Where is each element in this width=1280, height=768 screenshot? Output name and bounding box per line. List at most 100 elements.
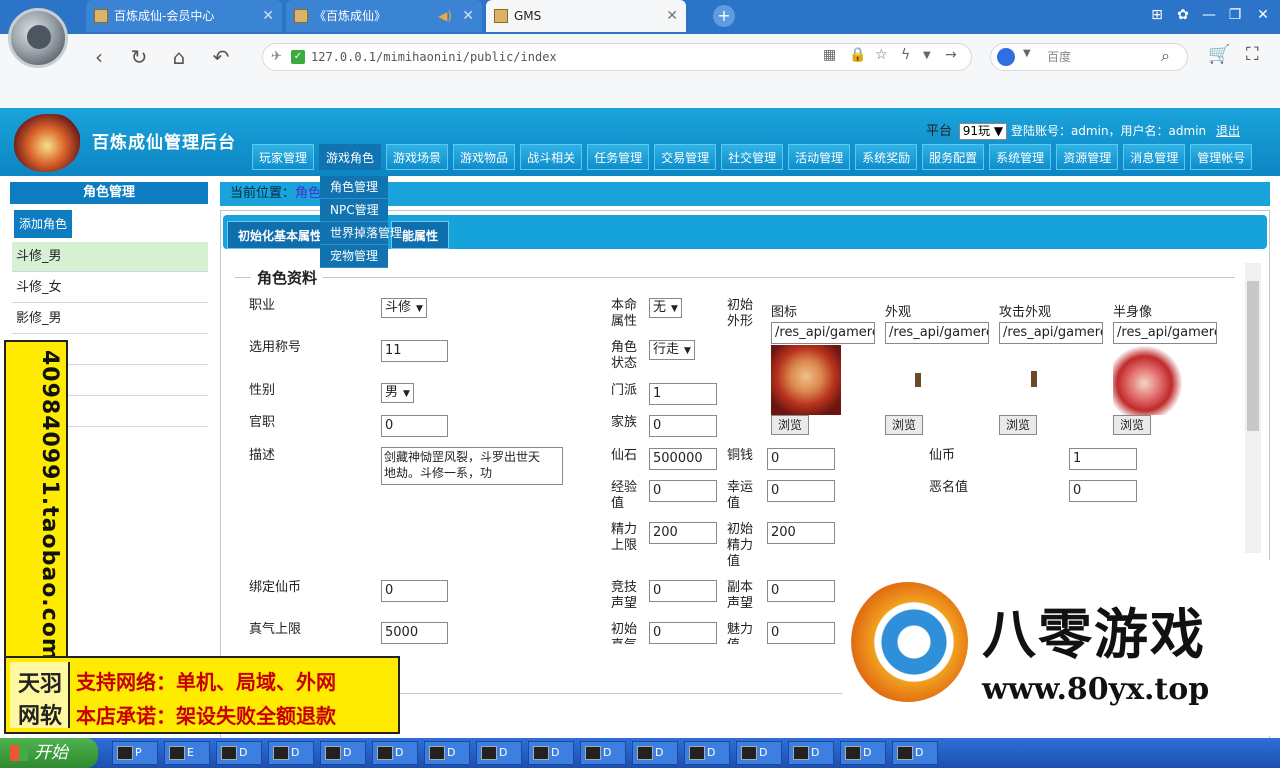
chevron-down-icon[interactable]: ▼ <box>1023 48 1031 59</box>
browse-button[interactable]: 浏览 <box>885 415 924 435</box>
taskbar-button[interactable]: D <box>268 741 314 765</box>
energy-max-input[interactable]: 200 <box>649 522 717 544</box>
taskbar-button[interactable]: D <box>476 741 522 765</box>
cart-icon[interactable]: 🛒 <box>1208 44 1230 65</box>
scrollbar[interactable] <box>1245 263 1261 553</box>
back-icon[interactable]: ‹ <box>86 44 112 70</box>
dropdown-item[interactable]: NPC管理 <box>320 199 388 222</box>
audio-icon[interactable]: ◀) <box>438 0 452 32</box>
taskbar-button[interactable]: D <box>892 741 938 765</box>
search-icon[interactable]: ⌕ <box>1161 46 1170 66</box>
taskbar-button[interactable]: P <box>112 741 158 765</box>
taskbar-button[interactable]: D <box>840 741 886 765</box>
star-icon[interactable]: ☆ <box>875 47 888 63</box>
nav-item[interactable]: 游戏角色 <box>319 144 382 170</box>
taskbar-button[interactable]: D <box>320 741 366 765</box>
nav-item[interactable]: 游戏物品 <box>453 144 516 170</box>
taskbar-button[interactable]: D <box>684 741 730 765</box>
taskbar-button[interactable]: D <box>372 741 418 765</box>
official-input[interactable]: 0 <box>381 415 448 437</box>
taskbar-button[interactable]: D <box>424 741 470 765</box>
browse-button[interactable]: 浏览 <box>999 415 1038 435</box>
restore-icon[interactable]: ❐ <box>1224 4 1246 26</box>
search-input[interactable]: 百度 <box>1047 44 1071 70</box>
image-path-input[interactable]: /res_api/gamere <box>885 322 989 344</box>
scroll-thumb[interactable] <box>1247 281 1259 431</box>
charm-input[interactable]: 0 <box>767 622 835 644</box>
address-bar[interactable]: ✈ ✓ 127.0.0.1/mimihaonini/public/index ▦… <box>262 43 972 71</box>
dropdown-item[interactable]: 角色管理 <box>320 176 388 199</box>
nav-item[interactable]: 任务管理 <box>587 144 650 170</box>
start-button[interactable]: 开始 <box>0 738 98 768</box>
luck-input[interactable]: 0 <box>767 480 835 502</box>
address-text[interactable]: 127.0.0.1/mimihaonini/public/index <box>311 44 557 70</box>
nav-item[interactable]: 活动管理 <box>788 144 851 170</box>
logout-link[interactable]: 退出 <box>1216 124 1240 138</box>
nav-item[interactable]: 系统管理 <box>989 144 1052 170</box>
browser-tab-active[interactable]: GMS ✕ <box>486 0 686 32</box>
coin-input[interactable]: 1 <box>1069 448 1137 470</box>
image-path-input[interactable]: /res_api/gamere <box>999 322 1103 344</box>
skin-icon[interactable]: ✿ <box>1172 4 1194 26</box>
home-icon[interactable]: ⌂ <box>166 44 192 70</box>
reload-icon[interactable]: ↻ <box>126 44 152 70</box>
site-info-icon[interactable]: ✈ <box>271 49 282 64</box>
browse-button[interactable]: 浏览 <box>1113 415 1152 435</box>
sidebar-item-role[interactable]: 斗修_男 <box>12 242 208 272</box>
tab-close-icon[interactable]: ✕ <box>666 0 678 32</box>
init-energy-input[interactable]: 200 <box>767 522 835 544</box>
nav-item[interactable]: 服务配置 <box>922 144 985 170</box>
lightning-icon[interactable]: ϟ <box>901 47 910 63</box>
nav-item[interactable]: 玩家管理 <box>252 144 315 170</box>
nav-item[interactable]: 社交管理 <box>721 144 784 170</box>
nav-item[interactable]: 消息管理 <box>1123 144 1186 170</box>
tab-close-icon[interactable]: ✕ <box>262 0 274 32</box>
exp-input[interactable]: 0 <box>649 480 717 502</box>
qr-code-icon[interactable]: ▦ <box>823 47 836 63</box>
evil-input[interactable]: 0 <box>1069 480 1137 502</box>
lock-icon[interactable]: 🔒 <box>849 47 866 63</box>
state-select[interactable]: 行走 <box>649 340 695 360</box>
baidu-paw-icon[interactable] <box>997 48 1015 66</box>
taskbar-button[interactable]: D <box>216 741 262 765</box>
image-path-input[interactable]: /res_api/gamere <box>1113 322 1217 344</box>
sidebar-item-role[interactable]: 影修_男 <box>12 304 208 334</box>
add-role-button[interactable]: 添加角色 <box>14 210 73 238</box>
dungeon-input[interactable]: 0 <box>767 580 835 602</box>
breadcrumb-link[interactable]: 角色 <box>295 186 321 201</box>
taskbar-button[interactable]: E <box>164 741 210 765</box>
search-box[interactable]: ▼ 百度 ⌕ <box>990 43 1188 71</box>
chevron-down-icon[interactable]: ▼ <box>923 50 931 61</box>
nav-item[interactable]: 系统奖励 <box>855 144 918 170</box>
dropdown-item[interactable]: 宠物管理 <box>320 245 388 268</box>
browser-tab[interactable]: 《百炼成仙》 ◀) ✕ <box>286 0 482 32</box>
element-select[interactable]: 无 <box>649 298 682 318</box>
platform-select[interactable]: 91玩 ▼ <box>958 123 1008 140</box>
dropdown-item[interactable]: 世界掉落管理 <box>320 222 402 245</box>
desc-textarea[interactable]: 剑藏神恸罡风裂，斗罗出世天地劫。斗修一系，功 <box>381 447 563 485</box>
family-input[interactable]: 0 <box>649 415 717 437</box>
title-input[interactable]: 11 <box>381 340 448 362</box>
screenshot-icon[interactable]: ⛶ <box>1246 44 1259 65</box>
taskbar-button[interactable]: D <box>580 741 626 765</box>
nav-item[interactable]: 游戏场景 <box>386 144 449 170</box>
init-qi-input[interactable]: 0 <box>649 622 717 644</box>
taskbar-button[interactable]: D <box>788 741 834 765</box>
nav-item[interactable]: 资源管理 <box>1056 144 1119 170</box>
undo-icon[interactable]: ↶ <box>208 44 234 70</box>
copper-input[interactable]: 0 <box>767 448 835 470</box>
nav-item[interactable]: 管理帐号 <box>1190 144 1253 170</box>
close-window-icon[interactable]: ✕ <box>1252 4 1274 26</box>
minimize-icon[interactable]: — <box>1198 4 1220 26</box>
tab-close-icon[interactable]: ✕ <box>462 0 474 32</box>
go-arrow-icon[interactable]: → <box>945 47 957 63</box>
bound-coin-input[interactable]: 0 <box>381 580 448 602</box>
browse-button[interactable]: 浏览 <box>771 415 810 435</box>
sidebar-item-role[interactable]: 斗修_女 <box>12 273 208 303</box>
qi-max-input[interactable]: 5000 <box>381 622 448 644</box>
new-tab-button[interactable]: + <box>713 5 735 27</box>
taskbar-button[interactable]: D <box>736 741 782 765</box>
tab-basic-attributes[interactable]: 初始化基本属性 <box>227 221 334 249</box>
browser-tab[interactable]: 百炼成仙-会员中心 ✕ <box>86 0 282 32</box>
stone-input[interactable]: 500000 <box>649 448 717 470</box>
